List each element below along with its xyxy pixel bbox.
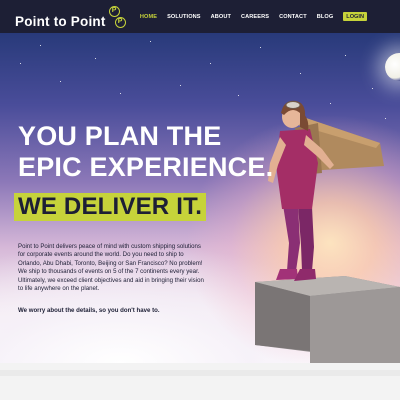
nav-contact[interactable]: CONTACT <box>279 14 307 20</box>
description-line: We ship to thousands of events on 5 of t… <box>18 268 200 276</box>
hero-section: YOU PLAN THE EPIC EXPERIENCE. WE DELIVER… <box>0 33 400 363</box>
headline-line: EPIC EXPERIENCE. <box>18 152 274 182</box>
footer-divider <box>0 370 400 376</box>
nav-blog[interactable]: BLOG <box>317 14 334 20</box>
logo-mark-icon: P P <box>108 6 129 32</box>
hero-tagline: We worry about the details, so you don't… <box>18 307 160 314</box>
nav-careers[interactable]: CAREERS <box>241 14 269 20</box>
site-logo[interactable]: Point to Point P P <box>15 6 129 34</box>
description-line: to life anywhere on the planet. <box>18 285 100 293</box>
footer-strip <box>0 363 400 400</box>
nav-about[interactable]: ABOUT <box>211 14 231 20</box>
logo-mark-letter: P <box>108 6 120 17</box>
description-line: Point to Point delivers peace of mind wi… <box>18 243 201 250</box>
main-nav: HOME SOLUTIONS ABOUT CAREERS CONTACT BLO… <box>130 12 367 21</box>
description-line: Orlando, Abu Dhabi, Toronto, Beijing or … <box>18 259 203 267</box>
site-header: Point to Point P P HOME SOLUTIONS ABOUT … <box>0 0 400 33</box>
description-line: Ultimately, we exceed client objectives … <box>18 276 204 284</box>
nav-solutions[interactable]: SOLUTIONS <box>167 14 201 20</box>
description-line: for corporate events around the world. D… <box>18 251 184 259</box>
page: Point to Point P P HOME SOLUTIONS ABOUT … <box>0 0 400 400</box>
logo-mark-letter: P <box>114 17 126 28</box>
cardboard-box <box>255 276 400 363</box>
nav-home[interactable]: HOME <box>140 14 157 20</box>
hero-subheadline: WE DELIVER IT. <box>14 193 207 221</box>
logo-text: Point to Point <box>15 13 106 29</box>
headline-line: YOU PLAN THE <box>18 121 222 151</box>
hero-description: Point to Point delivers peace of mind wi… <box>18 243 233 293</box>
hero-headline: YOU PLAN THE EPIC EXPERIENCE. <box>18 121 273 183</box>
login-button[interactable]: LOGIN <box>343 12 367 21</box>
